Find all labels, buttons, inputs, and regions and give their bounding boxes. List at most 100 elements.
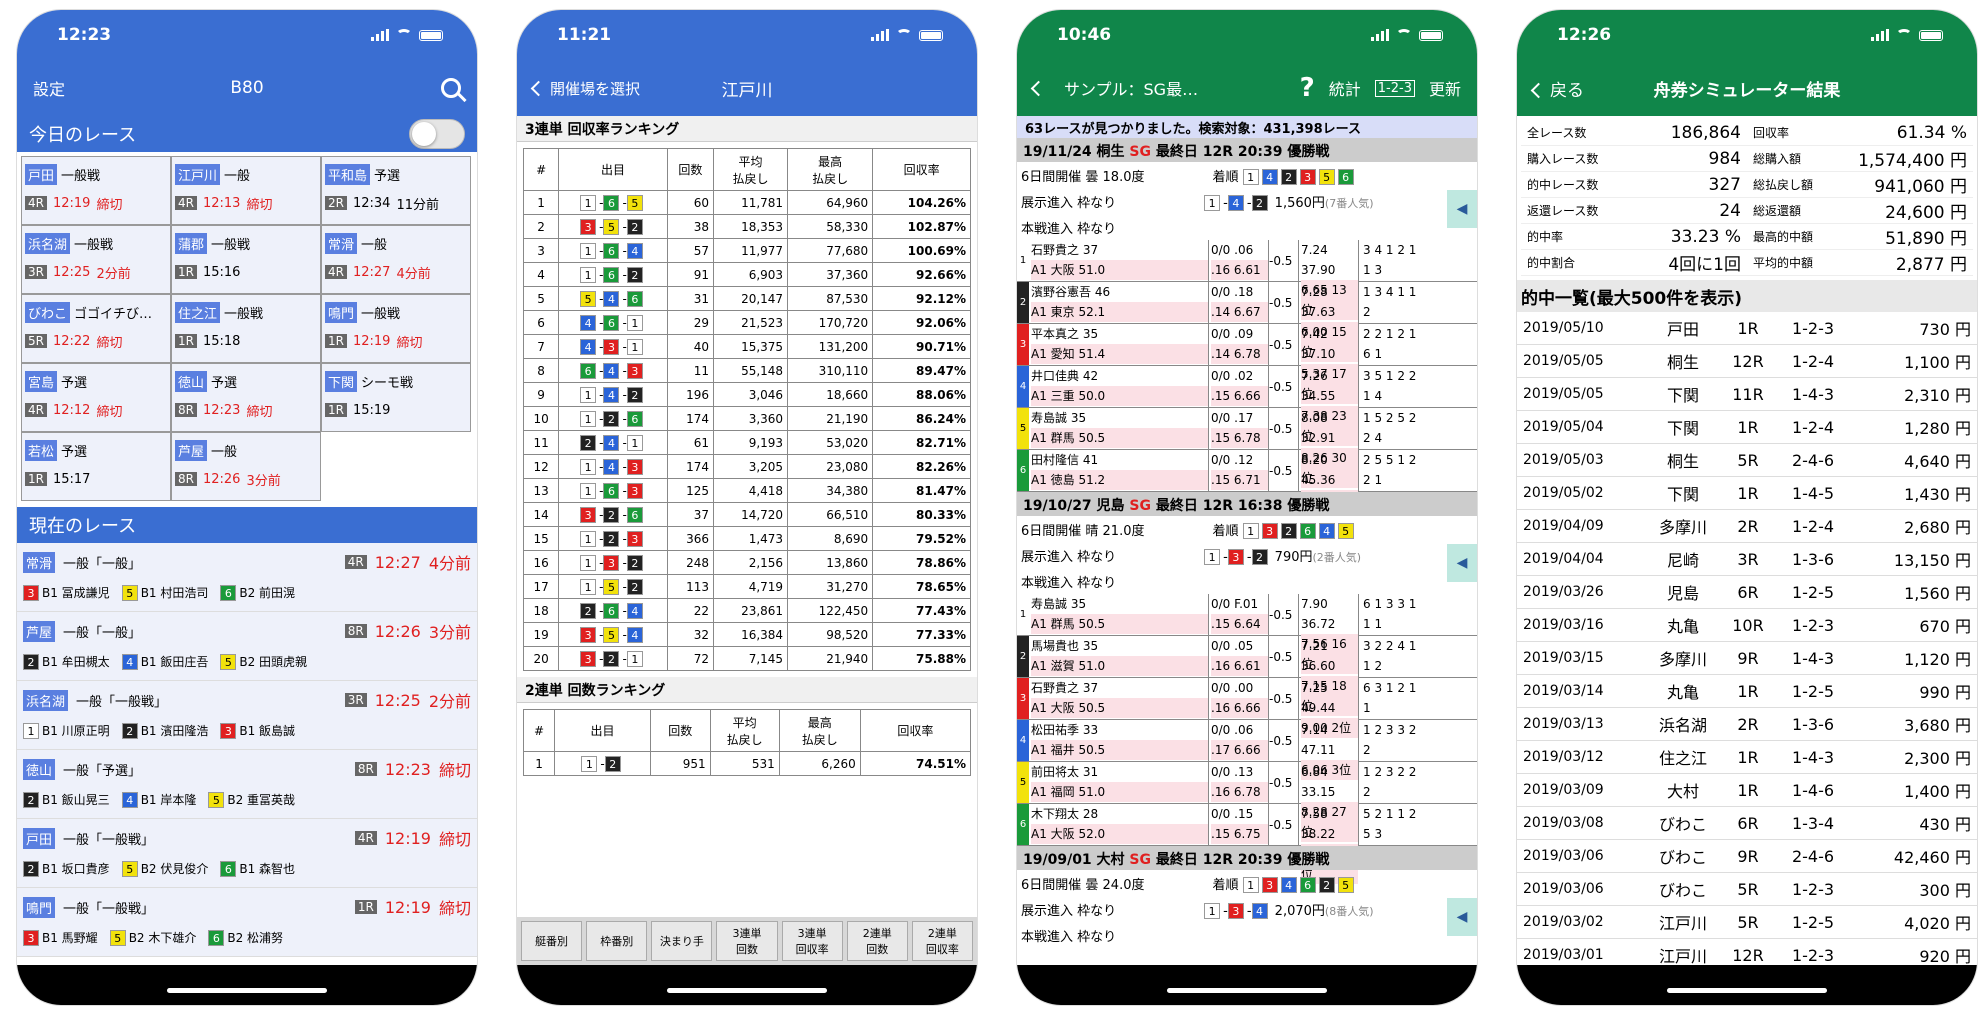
today-race-cell[interactable]: 江戸川 一般 4R 12:13 締切 xyxy=(171,156,321,225)
column-header[interactable]: 出目 xyxy=(554,709,651,752)
table-row[interactable]: 13 1-6-3 125 4,418 34,380 81.47% xyxy=(522,478,971,503)
expand-arrow-button[interactable]: ◀ xyxy=(1447,190,1477,228)
today-race-cell[interactable]: 戸田 一般戦 4R 12:19 締切 xyxy=(21,156,171,225)
race-header[interactable]: 19/10/27 児島 SG 最終日 12R 16:38 優勝戦 xyxy=(1017,492,1477,516)
table-row[interactable]: 1 1-6-5 60 11,781 64,960 104.26% xyxy=(522,190,971,215)
table-row[interactable]: 7 4-3-1 40 15,375 131,200 90.71% xyxy=(522,334,971,359)
column-header[interactable]: 最高 払戻し xyxy=(778,709,861,752)
column-header[interactable]: 回数 xyxy=(650,709,711,752)
settings-button[interactable]: 設定 xyxy=(33,76,103,100)
tab-button[interactable]: 艇番別 xyxy=(521,921,583,961)
back-button[interactable]: 開催場を選択 xyxy=(530,78,673,99)
column-header[interactable]: 平均 払戻し xyxy=(713,148,789,191)
column-header[interactable]: 出目 xyxy=(558,148,668,191)
table-row[interactable]: 16 1-3-2 248 2,156 13,860 78.86% xyxy=(522,550,971,575)
column-header[interactable]: 最高 払戻し xyxy=(787,148,874,191)
today-race-cell[interactable]: 常滑 一般 4R 12:27 4分前 xyxy=(321,225,471,294)
hit-row[interactable]: 2019/04/04 尼崎 3R 1-3-6 13,150 円 xyxy=(1517,543,1977,576)
race-header[interactable]: 19/11/24 桐生 SG 最終日 12R 20:39 優勝戦 xyxy=(1017,138,1477,162)
hit-row[interactable]: 2019/05/02 下関 1R 1-4-5 1,430 円 xyxy=(1517,477,1977,510)
tab-button[interactable]: 3連単 回収率 xyxy=(781,921,843,961)
tab-button[interactable]: 2連単 回数 xyxy=(846,921,908,961)
today-race-cell[interactable]: 住之江 一般戦 1R 15:18 xyxy=(171,294,321,363)
hit-row[interactable]: 2019/04/09 多摩川 2R 1-2-4 2,680 円 xyxy=(1517,510,1977,543)
table-row[interactable]: 20 3-2-1 72 7,145 21,940 75.88% xyxy=(522,646,971,671)
hit-row[interactable]: 2019/03/26 児島 6R 1-2-5 1,560 円 xyxy=(1517,576,1977,609)
hit-row[interactable]: 2019/03/14 丸亀 1R 1-2-5 990 円 xyxy=(1517,675,1977,708)
today-race-cell[interactable]: 鳴門 一般戦 1R 12:19 締切 xyxy=(321,294,471,363)
today-race-cell[interactable]: 宮島 予選 4R 12:12 締切 xyxy=(21,363,171,432)
back-button[interactable] xyxy=(1030,79,1050,98)
hit-row[interactable]: 2019/03/08 びわこ 6R 1-3-4 430 円 xyxy=(1517,807,1977,840)
table-row[interactable]: 17 1-5-2 113 4,719 31,270 78.65% xyxy=(522,574,971,599)
racer-row[interactable]: 3 平本真之 35 A1 愛知 51.4 0/0 .09 .14 6.78 -0.5 7.4… xyxy=(1017,324,1477,404)
today-race-cell[interactable]: 蒲郡 一般戦 1R 15:16 xyxy=(171,225,321,294)
table-row[interactable]: 4 1-6-2 91 6,903 37,360 92.66% xyxy=(522,262,971,287)
column-header[interactable]: # xyxy=(522,709,556,752)
current-race-row[interactable]: 浜名湖 一般「一般戦」 3R 12:25 2分前 1 B1 川原正明 2 B1 濱田隆浩 3 B1 … xyxy=(17,681,477,750)
hit-row[interactable]: 2019/03/13 浜名湖 2R 1-3-6 3,680 円 xyxy=(1517,708,1977,741)
tab-button[interactable]: 決まり手 xyxy=(651,921,713,961)
stats-button[interactable]: 統計 xyxy=(1329,76,1361,100)
expand-arrow-button[interactable]: ◀ xyxy=(1447,544,1477,582)
hit-row[interactable]: 2019/05/05 下関 11R 1-4-3 2,310 円 xyxy=(1517,378,1977,411)
today-race-cell[interactable]: 徳山 予選 8R 12:23 締切 xyxy=(171,363,321,432)
column-header[interactable]: 平均 払戻し xyxy=(709,709,780,752)
column-header[interactable]: 回収率 xyxy=(859,709,972,752)
race-header[interactable]: 19/09/01 大村 SG 最終日 12R 20:39 優勝戦 xyxy=(1017,846,1477,870)
hit-row[interactable]: 2019/03/09 大村 1R 1-4-6 1,400 円 xyxy=(1517,774,1977,807)
hit-row[interactable]: 2019/05/03 桐生 5R 2-4-6 4,640 円 xyxy=(1517,444,1977,477)
hit-row[interactable]: 2019/03/06 びわこ 5R 1-2-3 300 円 xyxy=(1517,873,1977,906)
table-row[interactable]: 12 1-4-3 174 3,205 23,080 82.26% xyxy=(522,454,971,479)
hit-row[interactable]: 2019/03/06 びわこ 9R 2-4-6 42,460 円 xyxy=(1517,840,1977,873)
hit-row[interactable]: 2019/05/10 戸田 1R 1-2-3 730 円 xyxy=(1517,312,1977,345)
table-row[interactable]: 10 1-2-6 174 3,360 21,190 86.24% xyxy=(522,406,971,431)
racer-row[interactable]: 2 濱野谷憲吾 46 A1 東京 52.1 0/0 .18.14 6.67 -0.5 7.… xyxy=(1017,282,1477,362)
back-button[interactable]: 戻る xyxy=(1530,76,1643,101)
tab-button[interactable]: 枠番別 xyxy=(586,921,648,961)
table-row[interactable]: 11 2-4-1 61 9,193 53,020 82.71% xyxy=(522,430,971,455)
expand-arrow-button[interactable]: ◀ xyxy=(1447,898,1477,936)
racer-row[interactable]: 6 木下翔太 28 A1 大阪 52.0 0/0 .15 .15 6.75 -0.5 7.5… xyxy=(1017,804,1477,884)
current-race-row[interactable]: 戸田 一般「一般戦」 4R 12:19 締切 2 B1 坂口貴彦 5 B2 伏見俊介 6 B1 森智… xyxy=(17,819,477,888)
column-header[interactable]: # xyxy=(522,148,560,191)
combo-button[interactable]: 1-2-3 xyxy=(1374,79,1415,97)
table-row[interactable]: 18 2-6-4 22 23,861 122,450 77.43% xyxy=(522,598,971,623)
table-row[interactable]: 6 4-6-1 29 21,523 170,720 92.06% xyxy=(522,310,971,335)
today-race-cell[interactable]: 浜名湖 一般戦 3R 12:25 2分前 xyxy=(21,225,171,294)
update-button[interactable]: 更新 xyxy=(1429,76,1461,100)
help-button[interactable]: ? xyxy=(1300,73,1315,103)
today-race-cell[interactable]: 若松 予選 1R 15:17 xyxy=(21,432,171,501)
racer-row[interactable]: 1 石野貴之 37 A1 大阪 51.0 0/0 .06 .16 6.61 -0.5 7.2… xyxy=(1017,240,1477,320)
column-header[interactable]: 回数 xyxy=(666,148,715,191)
today-race-cell[interactable]: 平和島 予選 2R 12:34 11分前 xyxy=(321,156,471,225)
table-row[interactable]: 1 1-2 951 531 6,260 74.51% xyxy=(522,751,972,776)
racer-row[interactable]: 5 寿島誠 35 A1 群馬 50.5 0/0 .17 .15 6.78 -0.5 8.08… xyxy=(1017,408,1477,488)
table-row[interactable]: 5 5-4-6 31 20,147 87,530 92.12% xyxy=(522,286,971,311)
hit-row[interactable]: 2019/03/16 丸亀 10R 1-2-3 670 円 xyxy=(1517,609,1977,642)
hit-row[interactable]: 2019/03/02 江戸川 5R 1-2-5 4,020 円 xyxy=(1517,906,1977,939)
table-row[interactable]: 8 6-4-3 11 55,148 310,110 89.47% xyxy=(522,358,971,383)
current-race-row[interactable]: 鳴門 一般「一般戦」 1R 12:19 締切 3 B1 馬野耀 5 B2 木下雄介 6 B2 松浦努 xyxy=(17,888,477,957)
table-row[interactable]: 2 3-5-2 38 18,353 58,330 102.87% xyxy=(522,214,971,239)
table-row[interactable]: 3 1-6-4 57 11,977 77,680 100.69% xyxy=(522,238,971,263)
today-race-cell[interactable]: 芦屋 一般 8R 12:26 3分前 xyxy=(171,432,321,501)
racer-row[interactable]: 5 前田将太 31 A1 福岡 51.0 0/0 .13 .16 6.78 -0.5 6.8… xyxy=(1017,762,1477,842)
hit-row[interactable]: 2019/05/05 桐生 12R 1-2-4 1,100 円 xyxy=(1517,345,1977,378)
hit-row[interactable]: 2019/03/12 住之江 1R 1-4-3 2,300 円 xyxy=(1517,741,1977,774)
racer-row[interactable]: 2 馬場貴也 35 A1 滋賀 51.0 0/0 .05 .16 6.61 -0.5 7.2… xyxy=(1017,636,1477,716)
racer-row[interactable]: 4 井口佳典 42 A1 三重 50.0 0/0 .02 .15 6.66 -0.5 7.2… xyxy=(1017,366,1477,446)
racer-row[interactable]: 1 寿島誠 35 A1 群馬 50.5 0/0 F.01 .15 6.64 -0.5 7.9… xyxy=(1017,594,1477,674)
racer-row[interactable]: 3 石野貴之 37 A1 大阪 50.5 0/0 .00 .16 6.66 -0.5 7.2… xyxy=(1017,678,1477,738)
today-race-cell[interactable]: びわこ ゴゴイチび… 5R 12:22 締切 xyxy=(21,294,171,363)
current-race-row[interactable]: 常滑 一般「一般」 4R 12:27 4分前 3 B1 冨成謙児 5 B1 村田浩司 6 B2 前田… xyxy=(17,543,477,612)
today-toggle[interactable] xyxy=(409,119,465,149)
hit-row[interactable]: 2019/05/04 下関 1R 1-2-4 1,280 円 xyxy=(1517,411,1977,444)
current-race-row[interactable]: 徳山 一般「予選」 8R 12:23 締切 2 B1 飯山晃三 4 B1 岸本隆 5 B2 重冨英哉 xyxy=(17,750,477,819)
hit-row[interactable]: 2019/03/15 多摩川 9R 1-4-3 1,120 円 xyxy=(1517,642,1977,675)
table-row[interactable]: 19 3-5-4 32 16,384 98,520 77.33% xyxy=(522,622,971,647)
table-row[interactable]: 9 1-4-2 196 3,046 18,660 88.06% xyxy=(522,382,971,407)
search-button[interactable] xyxy=(391,78,461,98)
current-race-row[interactable]: 芦屋 一般「一般」 8R 12:26 3分前 2 B1 牟田槻太 4 B1 飯田庄吾 5 B2 田頭… xyxy=(17,612,477,681)
racer-row[interactable]: 4 松田祐季 33 A1 福井 50.5 0/0 .06 .17 6.66 -0.5 7.1… xyxy=(1017,720,1477,780)
